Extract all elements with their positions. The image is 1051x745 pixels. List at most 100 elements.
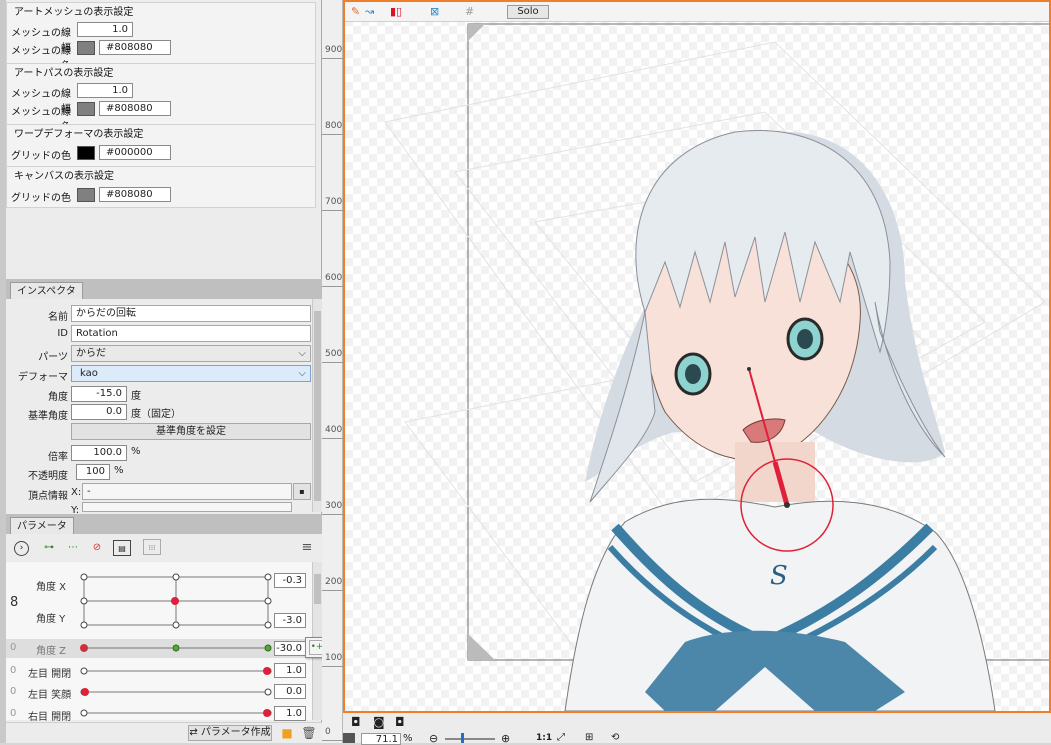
param-label-right-eye-open: 右目 開閉: [28, 712, 72, 723]
angle-z-slider[interactable]: [78, 641, 274, 655]
right-eye-open-slider[interactable]: [78, 706, 274, 720]
canvas-grid-color-hex-input[interactable]: #808080: [99, 187, 171, 202]
zoom-slider-handle[interactable]: [461, 733, 464, 743]
name-input[interactable]: からだの回転: [71, 305, 311, 322]
zoom-out-icon[interactable]: ⊖: [429, 732, 438, 745]
angle-label: 角度: [48, 392, 68, 403]
create-parameter-button[interactable]: ⇄ パラメータ作成: [188, 725, 272, 741]
keyform-editor-icon[interactable]: ▤: [113, 540, 131, 556]
vertex-x-ellipsis-button[interactable]: ▪: [293, 483, 311, 500]
deformer-select[interactable]: kao ⌵: [71, 365, 311, 382]
play-circle-icon[interactable]: ›: [14, 541, 29, 556]
solo-button[interactable]: Solo: [507, 5, 549, 19]
parts-select-value: からだ: [76, 348, 106, 359]
artpath-display-group: アートパスの表示設定 メッシュの線幅 1.0 メッシュの線色 #808080: [6, 63, 316, 133]
canvas-display-group: キャンバスの表示設定 グリッドの色 #808080: [6, 166, 316, 208]
path-icon[interactable]: ↝: [365, 4, 374, 20]
artpath-display-title: アートパスの表示設定: [14, 68, 114, 79]
ruler-tick-900: 900: [325, 45, 343, 55]
base-angle-unit: 度（固定）: [131, 409, 181, 420]
warp-grid-color-label: グリッドの色: [11, 151, 71, 162]
param-value-right-eye-open[interactable]: 1.0: [274, 706, 306, 721]
ruler-tick-600: 600: [325, 273, 343, 283]
tab-inspector[interactable]: インスペクタ: [10, 282, 83, 300]
artpath-color-hex-input[interactable]: #808080: [99, 101, 171, 116]
pen-tools-icon[interactable]: ✎: [351, 4, 360, 20]
folder-icon[interactable]: ■: [278, 725, 296, 741]
rotate-view-icon[interactable]: ⟲: [611, 732, 619, 743]
vertex-y-input[interactable]: [82, 502, 292, 512]
trash-icon[interactable]: 🗑: [300, 725, 318, 741]
vertex-x-input[interactable]: -: [82, 483, 292, 500]
warp-display-group: ワープデフォーマの表示設定 グリッドの色 #000000: [6, 124, 316, 168]
actual-size-button[interactable]: 1:1: [536, 733, 552, 743]
camera-capture-icon[interactable]: ◘: [395, 715, 405, 729]
add-key-icon[interactable]: ⊶: [40, 540, 58, 556]
add-three-keys-icon[interactable]: ⋯: [64, 540, 82, 556]
param-value-left-eye-open[interactable]: 1.0: [274, 663, 306, 678]
visibility-toggle-icon[interactable]: ▮▯: [390, 4, 402, 20]
slider-icon: ⇄: [189, 727, 201, 738]
deformer-select-value: kao: [80, 368, 98, 379]
delete-key-icon[interactable]: ⊘: [88, 540, 106, 556]
param-value-left-eye-smile[interactable]: 0.0: [274, 684, 306, 699]
warp-grid-color-swatch[interactable]: [77, 146, 95, 160]
artpath-color-swatch[interactable]: [77, 102, 95, 116]
artpath-line-width-input[interactable]: 1.0: [77, 83, 133, 98]
menu-icon[interactable]: ≡: [298, 540, 316, 556]
parts-label: パーツ: [38, 352, 68, 363]
camera-icon[interactable]: ◘: [351, 715, 361, 729]
param-label-angle-y: 角度 Y: [36, 614, 66, 625]
zoom-in-icon[interactable]: ⊕: [501, 732, 510, 745]
inspector-scroll-thumb[interactable]: [314, 311, 321, 501]
zoom-slider-track[interactable]: [445, 738, 495, 740]
canvas-grid-color-swatch[interactable]: [77, 188, 95, 202]
fit-width-icon[interactable]: ⊞: [585, 732, 593, 743]
inspector-scrollbar[interactable]: [312, 299, 322, 512]
base-angle-input[interactable]: 0.0: [71, 404, 127, 420]
ruler-line: [322, 134, 343, 135]
vertical-ruler: 900 800 700 600 500 400 300 200 100 0: [322, 0, 343, 743]
set-base-angle-button[interactable]: 基準角度を設定: [71, 423, 311, 440]
link-icon[interactable]: 8: [10, 595, 18, 610]
ruler-line: [322, 362, 343, 363]
artmesh-line-width-input[interactable]: 1.0: [77, 22, 133, 37]
grid-icon[interactable]: #: [465, 4, 474, 20]
warp-grid-color-hex-input[interactable]: #000000: [99, 145, 171, 160]
angle-xy-2d-grid[interactable]: [78, 571, 274, 631]
canvas-artwork[interactable]: S: [345, 2, 1049, 711]
tab-parameter[interactable]: パラメータ: [10, 517, 74, 535]
ruler-line: [322, 58, 343, 59]
vertex-info-label: 頂点情報: [28, 491, 68, 502]
grid-keys-icon[interactable]: ⁞⁞⁞: [143, 539, 161, 555]
scale-label: 倍率: [48, 452, 68, 463]
artmesh-color-swatch[interactable]: [77, 41, 95, 55]
left-eye-smile-slider[interactable]: [78, 685, 274, 699]
zoom-input[interactable]: 71.1: [361, 733, 401, 745]
camera-settings-icon[interactable]: ◙: [373, 715, 385, 729]
fit-canvas-icon[interactable]: ⊠: [430, 4, 439, 20]
artmesh-color-hex-input[interactable]: #808080: [99, 40, 171, 55]
scale-unit: %: [131, 446, 141, 457]
left-eye-open-slider[interactable]: [78, 664, 274, 678]
param-value-angle-z[interactable]: -30.0: [274, 641, 306, 656]
param-value-angle-y[interactable]: -3.0: [274, 613, 306, 628]
canvas-viewport[interactable]: S: [343, 0, 1051, 713]
parts-select[interactable]: からだ ⌵: [71, 345, 311, 362]
angle-unit: 度: [131, 391, 141, 402]
scale-input[interactable]: 100.0: [71, 445, 127, 461]
param-link-icon: 0: [10, 665, 17, 676]
ruler-line: [322, 438, 343, 439]
warp-display-title: ワープデフォーマの表示設定: [14, 129, 144, 140]
parameter-footer: [6, 722, 322, 743]
param-label-left-eye-open: 左目 開閉: [28, 669, 72, 680]
id-input[interactable]: Rotation: [71, 325, 311, 342]
fit-screen-icon[interactable]: ⤢: [557, 732, 565, 743]
checkerboard-icon[interactable]: [343, 733, 355, 743]
opacity-input[interactable]: 100: [76, 464, 110, 480]
param-value-angle-x[interactable]: -0.3: [274, 573, 306, 588]
parameter-scroll-thumb[interactable]: [314, 574, 321, 604]
artmesh-display-title: アートメッシュの表示設定: [14, 7, 134, 18]
param-label-angle-z: 角度 Z: [36, 646, 67, 657]
angle-input[interactable]: -15.0: [71, 386, 127, 402]
